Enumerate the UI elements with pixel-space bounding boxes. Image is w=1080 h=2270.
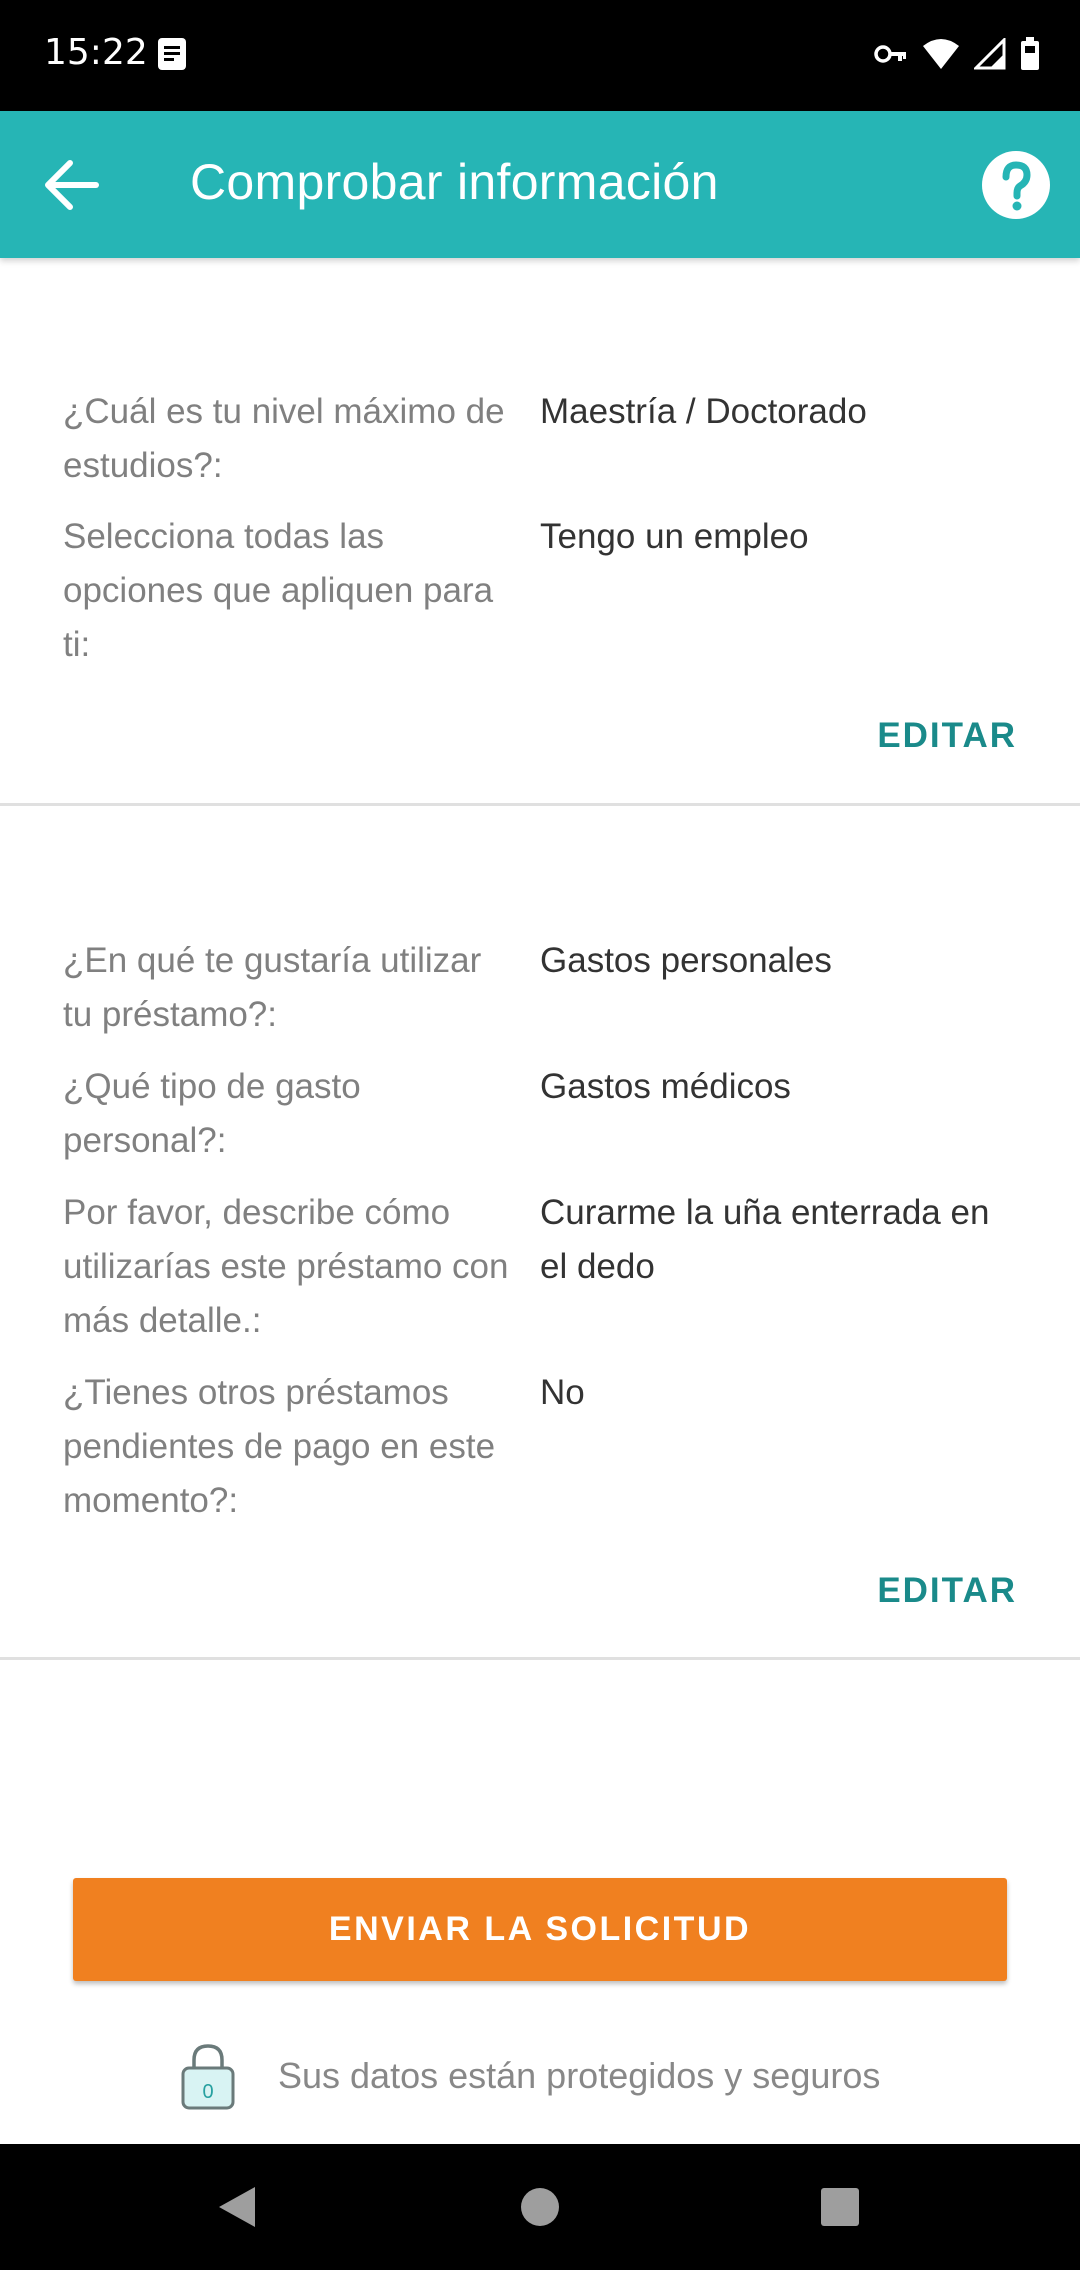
nav-home-icon[interactable] xyxy=(517,2184,563,2230)
question-label: Por favor, describe cómo utilizarías est… xyxy=(63,1193,509,1340)
vpn-key-icon xyxy=(874,45,906,63)
answer-value: Tengo un empleo xyxy=(540,517,809,556)
screen: 15:22 Comprobar información ¿Cuál es tu … xyxy=(0,0,1080,2270)
nav-recents-icon[interactable] xyxy=(817,2184,863,2230)
wifi-icon xyxy=(923,39,959,69)
question-label: ¿En qué te gustaría utilizar tu préstamo… xyxy=(63,941,482,1034)
signal-icon xyxy=(974,38,1006,70)
question-label: ¿Qué tipo de gasto personal?: xyxy=(63,1067,361,1160)
answer-value: Gastos personales xyxy=(540,941,832,980)
question-label: ¿Tienes otros préstamos pendientes de pa… xyxy=(63,1373,496,1520)
security-text: Sus datos están protegidos y seguros xyxy=(278,2055,881,2096)
answer-value: Gastos médicos xyxy=(540,1067,791,1106)
answer-value: Curarme la uña enterrada en el dedo xyxy=(540,1193,990,1286)
submit-button[interactable]: ENVIAR LA SOLICITUD xyxy=(73,1878,1007,1981)
question-label: ¿Cuál es tu nivel máximo de estudios?: xyxy=(63,392,505,485)
security-note: 0 Sus datos están protegidos y seguros xyxy=(180,2036,880,2116)
status-time: 15:22 xyxy=(44,32,148,73)
answer-value: No xyxy=(540,1373,585,1412)
lock-icon: 0 xyxy=(181,2044,235,2110)
edit-button[interactable]: EDITAR xyxy=(877,1571,1017,1611)
back-arrow-icon[interactable] xyxy=(36,149,108,221)
answer-value: Maestría / Doctorado xyxy=(540,392,867,431)
status-bar: 15:22 xyxy=(0,0,1080,111)
navigation-bar xyxy=(0,2144,1080,2270)
help-icon[interactable] xyxy=(980,149,1052,221)
divider xyxy=(0,803,1080,806)
app-bar: Comprobar información xyxy=(0,111,1080,258)
page-title: Comprobar información xyxy=(190,154,719,210)
divider xyxy=(0,1657,1080,1660)
status-icons xyxy=(874,34,1040,74)
nav-back-icon[interactable] xyxy=(215,2184,261,2230)
lock-digit: 0 xyxy=(202,2081,213,2103)
notification-doc-icon xyxy=(158,38,186,70)
battery-icon xyxy=(1021,37,1039,70)
question-label: Selecciona todas las opciones que apliqu… xyxy=(63,517,494,664)
edit-button[interactable]: EDITAR xyxy=(877,716,1017,756)
